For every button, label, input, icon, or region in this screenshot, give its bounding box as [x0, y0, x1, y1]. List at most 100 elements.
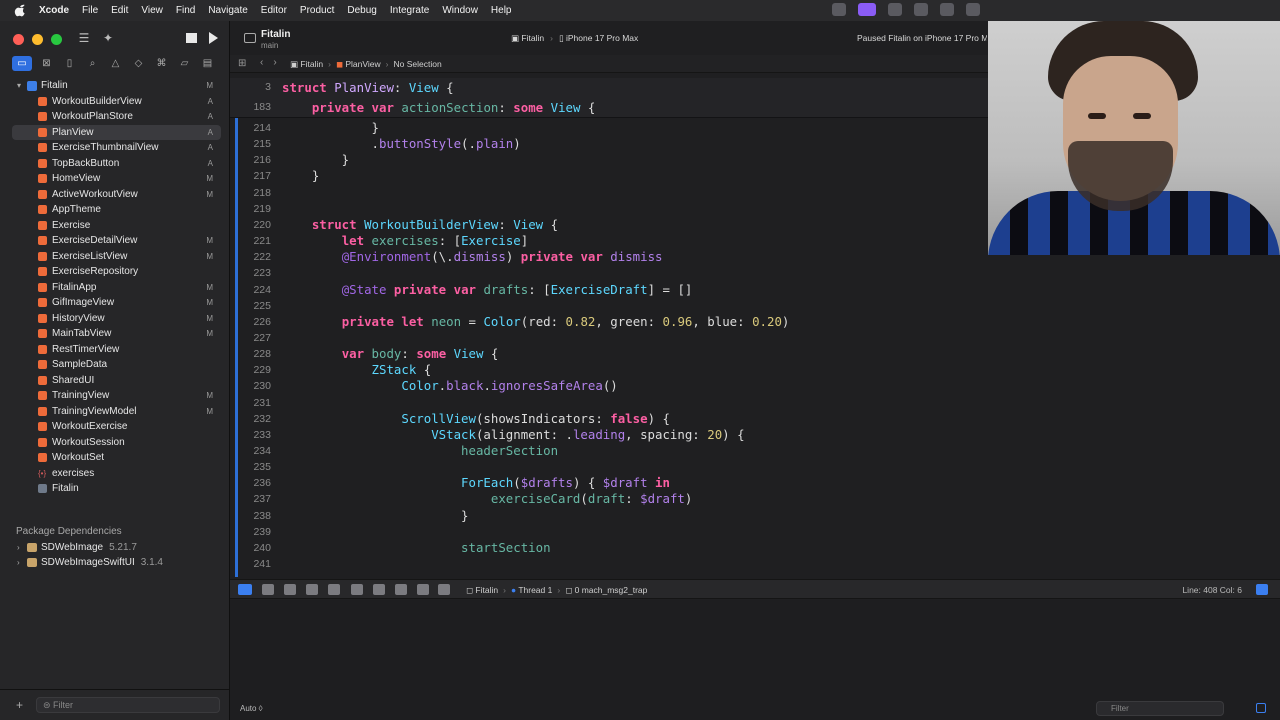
file-item[interactable]: ExerciseThumbnailView A — [0, 140, 229, 156]
debug-crumb-frame[interactable]: ◻ 0 mach_msg2_trap — [565, 585, 647, 595]
file-item[interactable]: ExerciseRepository — [0, 264, 229, 280]
menu-editor[interactable]: Editor — [261, 5, 287, 16]
menu-bar: Xcode File Edit View Find Navigate Edito… — [0, 0, 1280, 21]
file-item[interactable]: ActiveWorkoutView M — [0, 187, 229, 203]
line-number: 238 — [253, 509, 271, 522]
folder-icon[interactable]: ▭ — [12, 56, 32, 71]
run-button[interactable] — [209, 32, 218, 44]
close-window-button[interactable] — [13, 34, 24, 45]
scm-badge: M — [206, 174, 213, 183]
debug-icon[interactable]: ⌘ — [153, 56, 170, 71]
menu-navigate[interactable]: Navigate — [208, 5, 247, 16]
menu-integrate[interactable]: Integrate — [390, 5, 429, 16]
file-item[interactable]: HomeView M — [0, 171, 229, 187]
code-line: var body: some View { — [341, 346, 499, 362]
disclosure-down-icon[interactable]: ▾ — [17, 78, 21, 94]
file-item[interactable]: ExerciseDetailView M — [0, 233, 229, 249]
debug-crumb-thread[interactable]: ● Thread 1 — [511, 585, 552, 595]
menu-window[interactable]: Window — [442, 5, 478, 16]
debug-crumb-app[interactable]: ◻ Fitalin — [466, 585, 498, 595]
status-ai-icon[interactable] — [966, 3, 980, 16]
source-control-icon[interactable]: ⊠ — [38, 56, 55, 71]
file-item[interactable]: SharedUI — [0, 373, 229, 389]
file-item[interactable]: TopBackButton A — [0, 156, 229, 172]
file-item[interactable]: WorkoutExercise — [0, 419, 229, 435]
file-item[interactable]: WorkoutSet — [0, 450, 229, 466]
project-title[interactable]: Fitalin main — [244, 29, 290, 50]
simulate-location-icon[interactable] — [417, 584, 429, 595]
status-pen-icon[interactable] — [888, 3, 902, 16]
menu-find[interactable]: Find — [176, 5, 195, 16]
zoom-window-button[interactable] — [51, 34, 62, 45]
step-into-icon[interactable] — [306, 584, 318, 595]
menu-file[interactable]: File — [82, 5, 98, 16]
navigator-filter-input[interactable]: ⊜ Filter — [36, 697, 220, 713]
continue-icon[interactable] — [262, 584, 274, 595]
file-item[interactable]: RestTimerView — [0, 342, 229, 358]
package-sdwebimage[interactable]: › SDWebImage 5.21.7 — [0, 540, 229, 555]
menu-product[interactable]: Product — [300, 5, 334, 16]
disclosure-right-icon[interactable]: › — [17, 540, 20, 555]
apple-icon[interactable] — [13, 4, 27, 17]
add-icon[interactable]: + — [16, 698, 23, 712]
breadcrumb-symbol[interactable]: No Selection — [394, 59, 442, 69]
warning-icon[interactable]: △ — [107, 56, 124, 71]
file-item[interactable]: PlanView A — [12, 124, 221, 140]
disclosure-right-icon[interactable]: › — [17, 555, 20, 570]
back-forward-icon[interactable]: ‹› — [260, 57, 287, 68]
menu-help[interactable]: Help — [491, 5, 512, 16]
variables-mode-selector[interactable]: Auto ◊ — [240, 704, 263, 713]
file-item[interactable]: ExerciseListView M — [0, 249, 229, 265]
test-icon[interactable]: ◇ — [130, 56, 147, 71]
bookmark-icon[interactable]: ▯ — [61, 56, 78, 71]
file-item[interactable]: GifImageView M — [0, 295, 229, 311]
file-item[interactable]: TrainingView M — [0, 388, 229, 404]
debug-console[interactable]: Auto ◊ Filter — [230, 600, 1280, 720]
file-item[interactable]: AppTheme — [0, 202, 229, 218]
view-hierarchy-icon[interactable] — [351, 584, 363, 595]
breakpoint-icon[interactable]: ▱ — [176, 56, 193, 71]
package-sdwebimageswiftui[interactable]: › SDWebImageSwiftUI 3.1.4 — [0, 555, 229, 570]
location-arrow-icon[interactable] — [438, 584, 450, 595]
console-filter-input[interactable]: Filter — [1096, 701, 1224, 716]
minimize-window-button[interactable] — [32, 34, 43, 45]
file-name: PlanView — [52, 126, 94, 138]
breadcrumb-file[interactable]: ◼ PlanView — [336, 59, 381, 69]
report-icon[interactable]: ▤ — [199, 56, 216, 71]
file-item[interactable]: {•} exercises — [0, 466, 229, 482]
file-item[interactable]: Fitalin — [0, 481, 229, 497]
file-item[interactable]: FitalinApp M — [0, 280, 229, 296]
status-item-icon[interactable] — [832, 3, 846, 16]
sparkle-icon[interactable]: ✦ — [100, 31, 116, 45]
memory-graph-icon[interactable] — [373, 584, 385, 595]
menu-app-xcode[interactable]: Xcode — [39, 5, 69, 16]
filter-placeholder: Filter — [53, 700, 74, 710]
file-item[interactable]: SampleData — [0, 357, 229, 373]
toggle-inspector-icon[interactable] — [1256, 584, 1268, 595]
related-items-icon[interactable]: ⊞ — [238, 58, 246, 69]
menu-edit[interactable]: Edit — [111, 5, 128, 16]
toggle-navigator-icon[interactable]: ☰ — [76, 31, 92, 45]
file-item[interactable]: WorkoutBuilderView A — [0, 94, 229, 110]
search-icon[interactable]: ⌕ — [84, 56, 101, 71]
project-root[interactable]: ▾ Fitalin M — [0, 78, 229, 94]
menu-view[interactable]: View — [141, 5, 163, 16]
step-over-icon[interactable] — [284, 584, 296, 595]
scheme-selector[interactable]: ▣ Fitalin › ▯ iPhone 17 Pro Max — [511, 33, 638, 44]
file-item[interactable]: MainTabView M — [0, 326, 229, 342]
environment-icon[interactable] — [395, 584, 407, 595]
stop-button[interactable] — [186, 33, 197, 43]
step-out-icon[interactable] — [328, 584, 340, 595]
status-recording-icon[interactable] — [858, 3, 876, 16]
file-item[interactable]: Exercise — [0, 218, 229, 234]
menu-debug[interactable]: Debug — [347, 5, 376, 16]
status-network-icon[interactable] — [914, 3, 928, 16]
split-console-icon[interactable] — [1256, 703, 1266, 713]
status-n-icon[interactable] — [940, 3, 954, 16]
toggle-debug-area-icon[interactable] — [238, 584, 252, 595]
breadcrumb-project[interactable]: ▣ Fitalin — [290, 59, 323, 69]
file-item[interactable]: HistoryView M — [0, 311, 229, 327]
file-item[interactable]: TrainingViewModel M — [0, 404, 229, 420]
file-item[interactable]: WorkoutPlanStore A — [0, 109, 229, 125]
file-item[interactable]: WorkoutSession — [0, 435, 229, 451]
